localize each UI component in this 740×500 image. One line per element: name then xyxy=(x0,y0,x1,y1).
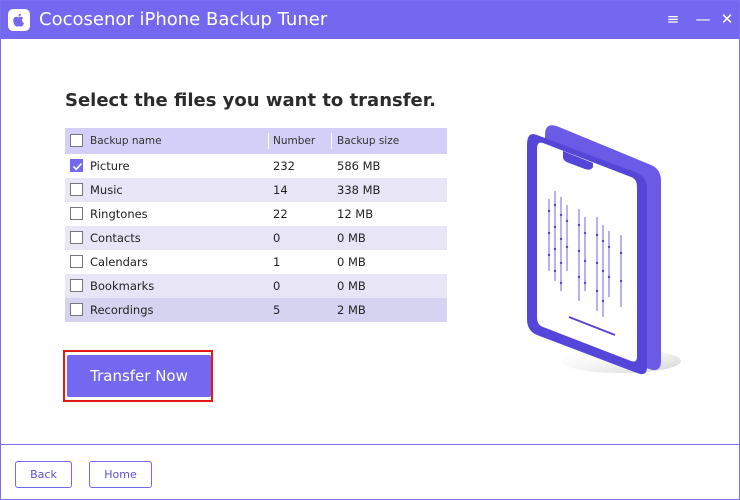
row-backup-size: 12 MB xyxy=(337,207,374,221)
table-row[interactable]: Recordings 5 2 MB xyxy=(65,298,447,322)
row-checkbox[interactable] xyxy=(70,159,83,172)
row-backup-size: 0 MB xyxy=(337,279,366,293)
row-checkbox[interactable] xyxy=(70,255,83,268)
row-backup-name: Ringtones xyxy=(90,207,148,221)
header-number: Number xyxy=(273,135,316,147)
select-all-checkbox[interactable] xyxy=(70,134,83,147)
row-checkbox[interactable] xyxy=(70,279,83,292)
app-window: Cocosenor iPhone Backup Tuner ≡ — ✕ Sele… xyxy=(0,0,740,500)
app-title: Cocosenor iPhone Backup Tuner xyxy=(39,9,328,30)
table-row[interactable]: Calendars 1 0 MB xyxy=(65,250,447,274)
transfer-now-button[interactable]: Transfer Now xyxy=(67,355,211,397)
header-backup-name: Backup name xyxy=(90,135,162,147)
row-backup-size: 0 MB xyxy=(337,231,366,245)
minimize-icon[interactable]: — xyxy=(692,8,714,30)
table-row[interactable]: Music 14 338 MB xyxy=(65,178,447,202)
table-row[interactable]: Picture 232 586 MB xyxy=(65,154,447,178)
row-backup-name: Bookmarks xyxy=(90,279,155,293)
row-checkbox[interactable] xyxy=(70,183,83,196)
row-backup-name: Calendars xyxy=(90,255,148,269)
table-header-row: Backup name Number Backup size xyxy=(65,128,447,154)
back-button[interactable]: Back xyxy=(15,461,72,488)
row-number: 1 xyxy=(273,255,281,269)
row-number: 22 xyxy=(273,207,288,221)
row-checkbox[interactable] xyxy=(70,303,83,316)
table-body: Picture 232 586 MB Music 14 338 MB Ringtones 22… xyxy=(65,154,447,322)
row-number: 5 xyxy=(273,303,281,317)
row-checkbox[interactable] xyxy=(70,207,83,220)
home-button[interactable]: Home xyxy=(89,461,152,488)
page-heading: Select the files you want to transfer. xyxy=(65,90,436,111)
row-number: 0 xyxy=(273,231,281,245)
row-backup-name: Picture xyxy=(90,159,130,173)
close-icon[interactable]: ✕ xyxy=(716,8,738,30)
backup-table: Backup name Number Backup size Picture 23… xyxy=(65,128,447,322)
table-row[interactable]: Ringtones 22 12 MB xyxy=(65,202,447,226)
phone-illustration xyxy=(527,125,681,375)
row-number: 14 xyxy=(273,183,288,197)
row-checkbox[interactable] xyxy=(70,231,83,244)
table-row[interactable]: Contacts 0 0 MB xyxy=(65,226,447,250)
title-bar: Cocosenor iPhone Backup Tuner ≡ — ✕ xyxy=(1,1,739,39)
row-number: 232 xyxy=(273,159,295,173)
row-backup-size: 338 MB xyxy=(337,183,381,197)
header-backup-size: Backup size xyxy=(337,135,400,147)
menu-icon[interactable]: ≡ xyxy=(662,8,684,30)
row-backup-name: Recordings xyxy=(90,303,154,317)
row-backup-name: Contacts xyxy=(90,231,141,245)
row-backup-name: Music xyxy=(90,183,123,197)
table-row[interactable]: Bookmarks 0 0 MB xyxy=(65,274,447,298)
app-logo-icon xyxy=(8,9,30,31)
row-backup-size: 2 MB xyxy=(337,303,366,317)
row-backup-size: 0 MB xyxy=(337,255,366,269)
row-backup-size: 586 MB xyxy=(337,159,381,173)
footer-divider xyxy=(1,444,739,445)
row-number: 0 xyxy=(273,279,281,293)
